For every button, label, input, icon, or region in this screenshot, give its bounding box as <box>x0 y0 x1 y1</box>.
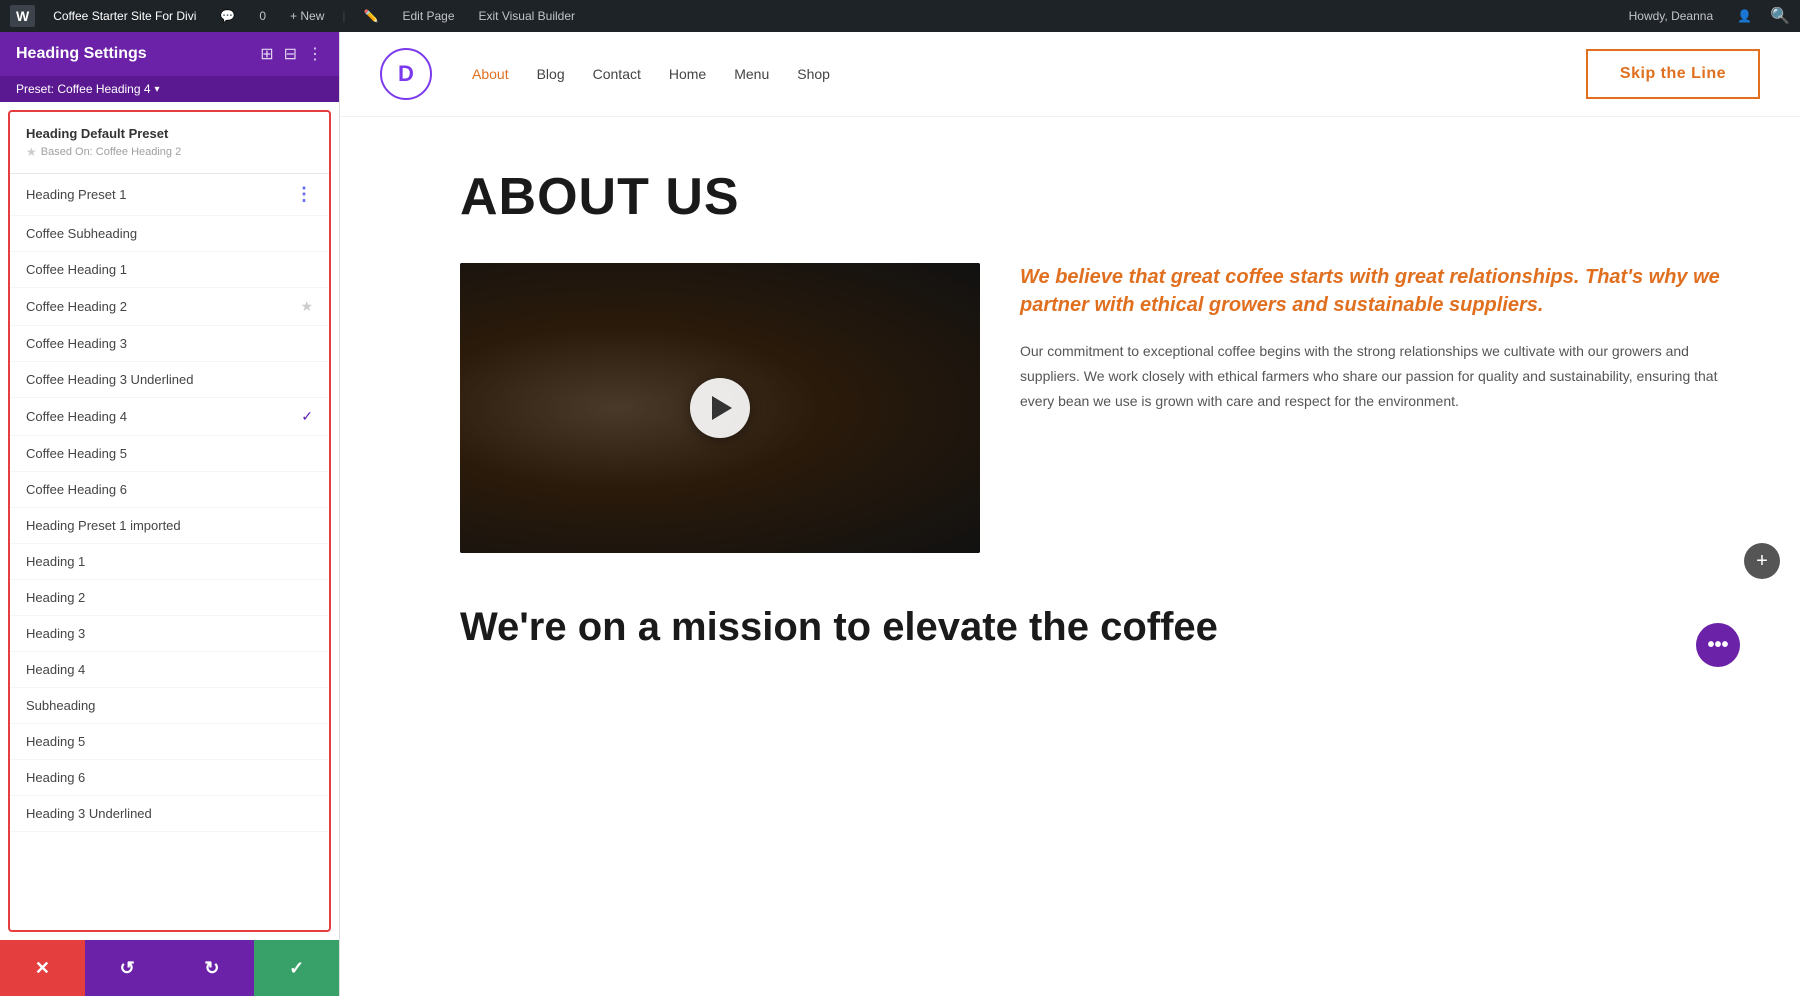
page-title: ABOUT US <box>460 167 1740 227</box>
checkmark-icon: ✓ <box>301 408 313 425</box>
panel-icon-layout[interactable]: ⊟ <box>284 44 297 64</box>
nav-menu-link[interactable]: Menu <box>734 66 769 82</box>
preset-item-heading-preset-1[interactable]: Heading Preset 1 ⋮ <box>10 174 329 216</box>
more-options-button[interactable]: ••• <box>1696 623 1740 667</box>
default-preset-title: Heading Default Preset <box>26 126 313 141</box>
preset-item-label: Coffee Heading 2 <box>26 299 127 314</box>
preset-item-label: Heading 3 Underlined <box>26 806 152 821</box>
preset-item-heading-preset-1-imported[interactable]: Heading Preset 1 imported <box>10 508 329 544</box>
preset-item-heading-3[interactable]: Heading 3 <box>10 616 329 652</box>
nav-blog-link[interactable]: Blog <box>537 66 565 82</box>
dots-icon: ⋮ <box>295 184 313 205</box>
mission-section: We're on a mission to elevate the coffee… <box>460 603 1740 651</box>
preset-item-label: Coffee Heading 6 <box>26 482 127 497</box>
nav-shop-link[interactable]: Shop <box>797 66 830 82</box>
new-content-button[interactable]: + New <box>284 7 330 25</box>
preset-item-coffee-heading-3-underlined[interactable]: Coffee Heading 3 Underlined <box>10 362 329 398</box>
panel-title: Heading Settings <box>16 45 147 63</box>
nav-links: About Blog Contact Home Menu Shop <box>472 66 830 82</box>
preset-item-coffee-heading-2[interactable]: Coffee Heading 2 ★ <box>10 288 329 326</box>
panel-icon-grid[interactable]: ⊞ <box>260 44 273 64</box>
default-preset-based: ★ Based On: Coffee Heading 2 <box>26 145 313 159</box>
bottom-action-bar: ✕ ↺ ↻ ✓ <box>0 940 339 996</box>
mission-heading: We're on a mission to elevate the coffee <box>460 603 1740 651</box>
cancel-button[interactable]: ✕ <box>0 940 85 996</box>
right-content: D About Blog Contact Home Menu Shop Skip… <box>340 32 1800 996</box>
text-column: We believe that great coffee starts with… <box>1020 263 1740 415</box>
preset-item-label: Heading 4 <box>26 662 85 677</box>
preset-item-heading-1[interactable]: Heading 1 <box>10 544 329 580</box>
preset-bar[interactable]: Preset: Coffee Heading 4 ▾ <box>0 76 339 102</box>
play-triangle-icon <box>712 396 732 420</box>
preset-item-coffee-heading-4[interactable]: Coffee Heading 4 ✓ <box>10 398 329 436</box>
preset-item-coffee-subheading[interactable]: Coffee Subheading <box>10 216 329 252</box>
nav-contact-link[interactable]: Contact <box>593 66 641 82</box>
nav-about-link[interactable]: About <box>472 66 509 82</box>
preset-item-subheading[interactable]: Subheading <box>10 688 329 724</box>
preset-item-heading-5[interactable]: Heading 5 <box>10 724 329 760</box>
body-text: Our commitment to exceptional coffee beg… <box>1020 339 1740 415</box>
site-logo: D <box>380 48 432 100</box>
preset-item-label: Heading 1 <box>26 554 85 569</box>
redo-button[interactable]: ↻ <box>170 940 255 996</box>
preset-item-coffee-heading-5[interactable]: Coffee Heading 5 <box>10 436 329 472</box>
wp-admin-bar: W Coffee Starter Site For Divi 💬 0 + New… <box>0 0 1800 32</box>
edit-page-link[interactable]: Edit Page <box>396 7 460 25</box>
preset-bar-label: Preset: Coffee Heading 4 <box>16 82 151 96</box>
preset-item-label: Heading Preset 1 imported <box>26 518 181 533</box>
preset-item-heading-4[interactable]: Heading 4 <box>10 652 329 688</box>
play-button[interactable] <box>690 378 750 438</box>
preset-item-label: Coffee Subheading <box>26 226 137 241</box>
nav-home-link[interactable]: Home <box>669 66 706 82</box>
skip-line-button[interactable]: Skip the Line <box>1586 49 1760 99</box>
preset-item-label: Coffee Heading 4 <box>26 409 127 424</box>
preset-item-label: Heading Preset 1 <box>26 187 126 202</box>
save-button[interactable]: ✓ <box>254 940 339 996</box>
chevron-down-icon: ▾ <box>155 84 160 95</box>
comment-count: 0 <box>253 7 272 25</box>
preset-item-label: Subheading <box>26 698 95 713</box>
video-background <box>460 263 980 553</box>
preset-item-coffee-heading-1[interactable]: Coffee Heading 1 <box>10 252 329 288</box>
based-on-label: Based On: Coffee Heading 2 <box>41 146 181 158</box>
howdy-label: Howdy, Deanna <box>1623 7 1720 25</box>
page-content: ABOUT US We believe that great coffee st… <box>340 117 1800 691</box>
add-section-button[interactable]: + <box>1744 543 1780 579</box>
edit-pencil-icon: ✏️ <box>358 7 385 25</box>
exit-visual-builder-link[interactable]: Exit Visual Builder <box>473 7 582 25</box>
video-container <box>460 263 980 553</box>
star-icon: ★ <box>300 298 313 315</box>
preset-item-label: Coffee Heading 5 <box>26 446 127 461</box>
preset-list-container: Heading Default Preset ★ Based On: Coffe… <box>8 110 331 932</box>
search-icon[interactable]: 🔍 <box>1770 6 1790 26</box>
highlight-text: We believe that great coffee starts with… <box>1020 263 1740 319</box>
undo-button[interactable]: ↺ <box>85 940 170 996</box>
star-icon: ★ <box>26 145 37 159</box>
preset-item-label: Heading 3 <box>26 626 85 641</box>
preset-item-label: Heading 2 <box>26 590 85 605</box>
avatar-icon[interactable]: 👤 <box>1731 7 1758 25</box>
preset-item-heading-6[interactable]: Heading 6 <box>10 760 329 796</box>
panel-icon-more[interactable]: ⋮ <box>307 44 323 64</box>
wp-logo-icon[interactable]: W <box>10 5 35 27</box>
content-row: We believe that great coffee starts with… <box>460 263 1740 553</box>
site-nav: D About Blog Contact Home Menu Shop Skip… <box>340 32 1800 117</box>
default-preset-section: Heading Default Preset ★ Based On: Coffe… <box>10 112 329 174</box>
preset-item-label: Heading 5 <box>26 734 85 749</box>
preset-item-heading-3-underlined[interactable]: Heading 3 Underlined <box>10 796 329 832</box>
preset-item-label: Coffee Heading 3 Underlined <box>26 372 193 387</box>
preset-item-label: Coffee Heading 3 <box>26 336 127 351</box>
site-name[interactable]: Coffee Starter Site For Divi <box>47 7 202 25</box>
preset-item-label: Coffee Heading 1 <box>26 262 127 277</box>
comment-icon[interactable]: 💬 <box>214 7 241 25</box>
panel-header-icons: ⊞ ⊟ ⋮ <box>260 44 323 64</box>
main-layout: Heading Settings ⊞ ⊟ ⋮ Preset: Coffee He… <box>0 32 1800 996</box>
preset-item-heading-2[interactable]: Heading 2 <box>10 580 329 616</box>
preset-item-coffee-heading-6[interactable]: Coffee Heading 6 <box>10 472 329 508</box>
preset-item-label: Heading 6 <box>26 770 85 785</box>
panel-header: Heading Settings ⊞ ⊟ ⋮ <box>0 32 339 76</box>
preset-item-coffee-heading-3[interactable]: Coffee Heading 3 <box>10 326 329 362</box>
left-panel: Heading Settings ⊞ ⊟ ⋮ Preset: Coffee He… <box>0 32 340 996</box>
